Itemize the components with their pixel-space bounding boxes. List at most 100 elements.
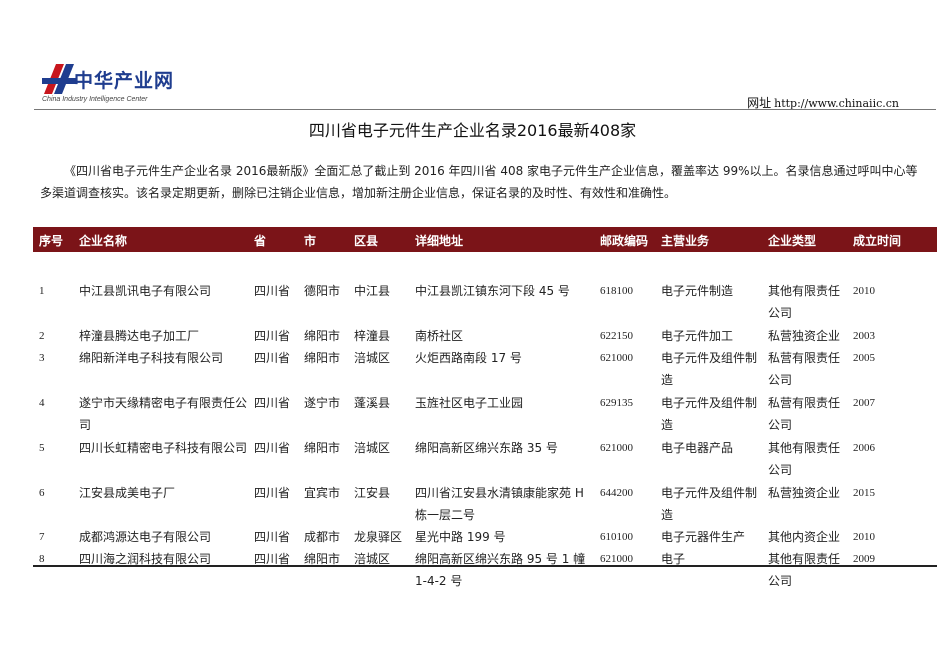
cell-province: 四川省 xyxy=(254,351,291,365)
cell-name: 中江县凯讯电子有限公司 xyxy=(79,284,212,298)
cell-district: 蓬溪县 xyxy=(354,396,391,410)
table-header-row: 序号 企业名称 省 市 区县 详细地址 邮政编码 主营业务 企业类型 成立时间 xyxy=(33,227,937,252)
cell-name: 绵阳新洋电子科技有限公司 xyxy=(79,351,224,365)
cell-district: 中江县 xyxy=(354,284,391,298)
company-table: 序号 企业名称 省 市 区县 详细地址 邮政编码 主营业务 企业类型 成立时间 … xyxy=(33,227,937,588)
cell-type: 私营独资企业 xyxy=(768,329,841,343)
cell-business: 电子元器件生产 xyxy=(661,530,746,544)
cell-province: 四川省 xyxy=(254,396,291,410)
cell-year: 2010 xyxy=(853,531,875,543)
cell-city: 成都市 xyxy=(304,530,341,544)
intro-paragraph: 《四川省电子元件生产企业名录 2016最新版》全面汇总了截止到 2016 年四川… xyxy=(40,164,918,200)
cell-business: 电子 xyxy=(661,552,686,566)
cell-province: 四川省 xyxy=(254,530,291,544)
site-logo[interactable]: 中华产业网 China Industry Intelligence Center xyxy=(40,60,180,106)
cell-business: 电子电器产品 xyxy=(661,441,734,455)
cell-address: 火炬西路南段 17 号 xyxy=(415,351,522,365)
cell-type: 其他有限责任公司 xyxy=(768,441,841,477)
header-city: 市 xyxy=(304,234,317,248)
cell-city: 绵阳市 xyxy=(304,329,341,343)
cell-type: 其他有限责任公司 xyxy=(768,284,841,320)
header-type: 企业类型 xyxy=(768,234,817,248)
cell-province: 四川省 xyxy=(254,329,291,343)
header-business: 主营业务 xyxy=(661,234,710,248)
cell-type: 其他有限责任公司 xyxy=(768,552,841,588)
cell-address: 绵阳高新区绵兴东路 35 号 xyxy=(415,441,558,455)
site-label: 网址 xyxy=(747,96,772,110)
cell-district: 江安县 xyxy=(354,486,391,500)
cell-zip: 621000 xyxy=(600,553,633,565)
cell-name: 江安县成美电子厂 xyxy=(79,486,176,500)
cell-seq: 7 xyxy=(39,531,45,543)
cell-zip: 644200 xyxy=(600,487,633,499)
cell-name: 四川长虹精密电子科技有限公司 xyxy=(79,441,248,455)
cell-type: 私营有限责任公司 xyxy=(768,351,841,387)
cell-address: 玉旌社区电子工业园 xyxy=(415,396,524,410)
cell-city: 绵阳市 xyxy=(304,552,341,566)
cell-seq: 1 xyxy=(39,285,45,297)
cell-seq: 6 xyxy=(39,487,45,499)
cell-business: 电子元件及组件制造 xyxy=(661,396,758,432)
cell-zip: 621000 xyxy=(600,352,633,364)
cell-province: 四川省 xyxy=(254,486,291,500)
cell-district: 涪城区 xyxy=(354,552,391,566)
cell-address: 星光中路 199 号 xyxy=(415,530,506,544)
document-title: 四川省电子元件生产企业名录2016最新408家 xyxy=(308,121,637,140)
cell-address: 南桥社区 xyxy=(415,329,464,343)
header-year: 成立时间 xyxy=(853,234,902,248)
cell-type: 私营有限责任公司 xyxy=(768,396,841,432)
header-district: 区县 xyxy=(354,234,379,248)
cell-year: 2009 xyxy=(853,553,875,565)
cell-city: 绵阳市 xyxy=(304,351,341,365)
cell-year: 2006 xyxy=(853,442,875,454)
cell-type: 其他内资企业 xyxy=(768,530,841,544)
cell-name: 遂宁市天缘精密电子有限责任公司 xyxy=(79,396,248,432)
logo-title: 中华产业网 xyxy=(74,70,175,92)
cell-name: 成都鸿源达电子有限公司 xyxy=(79,530,212,544)
header-address: 详细地址 xyxy=(415,234,464,248)
cell-zip: 621000 xyxy=(600,442,633,454)
cell-year: 2010 xyxy=(853,285,875,297)
header-province: 省 xyxy=(254,234,267,248)
cell-zip: 618100 xyxy=(600,285,633,297)
cell-year: 2015 xyxy=(853,487,875,499)
cell-province: 四川省 xyxy=(254,552,291,566)
cell-province: 四川省 xyxy=(254,441,291,455)
cell-name: 梓潼县腾达电子加工厂 xyxy=(79,329,200,343)
cell-district: 涪城区 xyxy=(354,441,391,455)
header-seq: 序号 xyxy=(39,234,64,248)
cell-address: 四川省江安县水清镇康能家苑 H 栋一层二号 xyxy=(415,486,584,522)
cell-district: 龙泉驿区 xyxy=(354,530,403,544)
cell-zip: 622150 xyxy=(600,330,633,342)
table-body: 1 中江县凯讯电子有限公司 四川省 德阳市 中江县 中江县凯江镇东河下段 45 … xyxy=(33,252,937,588)
cell-seq: 3 xyxy=(39,352,45,364)
header-divider xyxy=(34,109,936,110)
cell-business: 电子元件及组件制造 xyxy=(661,486,758,522)
cell-zip: 629135 xyxy=(600,397,633,409)
cell-year: 2003 xyxy=(853,330,875,342)
cell-province: 四川省 xyxy=(254,284,291,298)
cell-seq: 2 xyxy=(39,330,45,342)
cell-type: 私营独资企业 xyxy=(768,486,841,500)
cell-business: 电子元件加工 xyxy=(661,329,734,343)
cell-seq: 4 xyxy=(39,397,45,409)
cell-seq: 5 xyxy=(39,442,45,454)
cell-city: 绵阳市 xyxy=(304,441,341,455)
header-name: 企业名称 xyxy=(79,234,128,248)
cell-business: 电子元件制造 xyxy=(661,284,734,298)
cell-address: 中江县凯江镇东河下段 45 号 xyxy=(415,284,570,298)
cell-district: 梓潼县 xyxy=(354,329,391,343)
cell-district: 涪城区 xyxy=(354,351,391,365)
cell-year: 2007 xyxy=(853,397,875,409)
cell-seq: 8 xyxy=(39,553,45,565)
cell-business: 电子元件及组件制造 xyxy=(661,351,758,387)
logo-subtitle: China Industry Intelligence Center xyxy=(42,96,148,103)
cell-year: 2005 xyxy=(853,352,875,364)
cell-city: 遂宁市 xyxy=(304,396,341,410)
cell-city: 宜宾市 xyxy=(304,486,341,500)
cell-zip: 610100 xyxy=(600,531,633,543)
cell-city: 德阳市 xyxy=(304,284,341,298)
cell-name: 四川海之润科技有限公司 xyxy=(79,552,212,566)
cell-address: 绵阳高新区绵兴东路 95 号 1 幢 1-4-2 号 xyxy=(415,552,586,588)
header-zip: 邮政编码 xyxy=(600,234,649,248)
